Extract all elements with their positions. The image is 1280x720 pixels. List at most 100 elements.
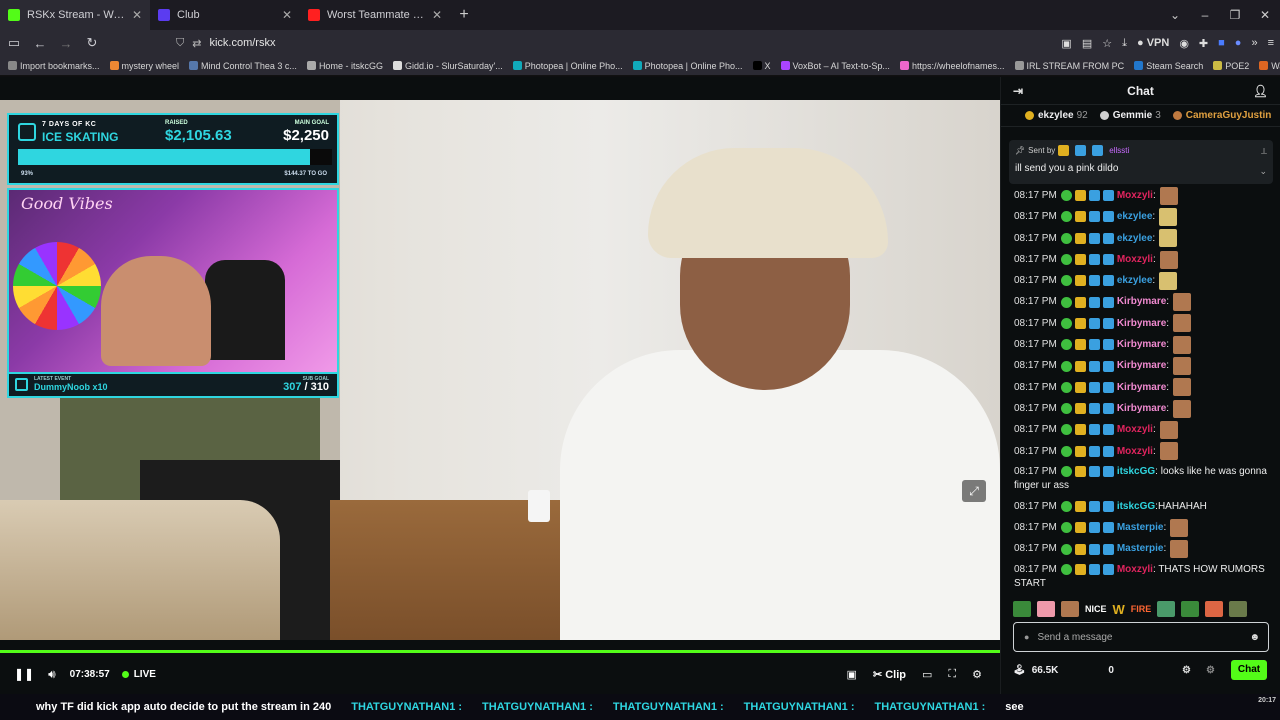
system-clock[interactable]: 20:17	[1258, 694, 1276, 705]
message-username[interactable]: Kirbymare	[1117, 334, 1166, 355]
message-username[interactable]: Masterpie	[1117, 538, 1164, 559]
message-username[interactable]: ekzylee	[1117, 270, 1153, 291]
chat-settings-icon[interactable]: ⚙	[1182, 665, 1191, 676]
nice-emote[interactable]: NICE	[1085, 604, 1107, 614]
permissions-icon[interactable]: ⇄	[192, 37, 201, 50]
mini-player-icon[interactable]: ▣	[847, 668, 857, 681]
back-icon[interactable]: ←	[28, 36, 52, 51]
chat-input[interactable]: ● Send a message ☻	[1013, 622, 1269, 652]
chat-message[interactable]: 08:17 PM ekzylee:	[1014, 206, 1273, 227]
send-chat-button[interactable]: Chat	[1231, 660, 1267, 680]
message-username[interactable]: Masterpie	[1117, 517, 1164, 538]
chat-message[interactable]: 08:17 PM Kirbymare:	[1014, 313, 1273, 334]
chat-mod-icon[interactable]: ⚙	[1206, 665, 1215, 676]
tab-club[interactable]: Club ✕	[150, 0, 300, 30]
bookmark-item[interactable]: https://wheelofnames...	[899, 61, 1005, 71]
account-icon[interactable]: ◉	[1179, 37, 1189, 50]
chat-message[interactable]: 08:17 PM Kirbymare:	[1014, 291, 1273, 312]
w-emote[interactable]: W	[1113, 602, 1125, 617]
message-username[interactable]: Kirbymare	[1117, 313, 1166, 334]
fire-emote[interactable]: FIRE	[1131, 604, 1152, 614]
theater-mode-icon[interactable]: ⤢	[962, 480, 986, 502]
kicks-count[interactable]: 66.5K	[1032, 665, 1059, 676]
message-username[interactable]: itskcGG	[1117, 466, 1155, 477]
shield-extension-icon[interactable]: ■	[1218, 37, 1225, 49]
settings-icon[interactable]: ⚙	[972, 668, 982, 681]
bookmark-item[interactable]: Mind Control Thea 3 c...	[189, 61, 297, 71]
message-username[interactable]: Moxzyli	[1117, 185, 1153, 206]
vpn-button[interactable]: ● VPN	[1137, 37, 1169, 49]
frog-emote-icon[interactable]	[1229, 601, 1248, 617]
leader-item[interactable]: CameraGuyJustin	[1172, 110, 1271, 121]
pepe-hat-emote-icon[interactable]	[1157, 601, 1176, 617]
pepe-emote-icon[interactable]	[1013, 601, 1031, 617]
chat-message[interactable]: 08:17 PM Moxzyli: THATS HOW RUMORS START	[1014, 560, 1273, 594]
message-username[interactable]: Moxzyli	[1117, 249, 1153, 270]
message-username[interactable]: Moxzyli	[1117, 419, 1153, 440]
chat-message[interactable]: 08:17 PM Masterpie:	[1014, 538, 1273, 559]
unpin-icon[interactable]: ⟂	[1261, 146, 1267, 157]
chat-message[interactable]: 08:17 PM Kirbymare:	[1014, 334, 1273, 355]
expand-pinned-icon[interactable]: ⌄	[1259, 166, 1267, 177]
bookmark-item[interactable]: IRL STREAM FROM PC	[1014, 61, 1124, 71]
message-username[interactable]: ekzylee	[1117, 206, 1153, 227]
message-username[interactable]: Kirbymare	[1117, 377, 1166, 398]
bookmark-item[interactable]: Photopea | Online Pho...	[512, 61, 623, 71]
chat-message[interactable]: 08:17 PM Moxzyli:	[1014, 185, 1273, 206]
message-username[interactable]: itskcGG	[1117, 496, 1155, 517]
screenshot-icon[interactable]: ▣	[1061, 37, 1071, 50]
chat-message[interactable]: 08:17 PM Masterpie:	[1014, 517, 1273, 538]
clip-button[interactable]: ✂ Clip	[873, 668, 906, 681]
close-tab-icon[interactable]: ✕	[132, 8, 142, 22]
pepe-emote-icon[interactable]	[1181, 601, 1200, 617]
chat-message[interactable]: 08:17 PM Kirbymare:	[1014, 398, 1273, 419]
chat-users-icon[interactable]: 👤︎	[1253, 84, 1268, 98]
leader-item[interactable]: Gemmie 3	[1099, 110, 1161, 121]
message-username[interactable]: Moxzyli	[1117, 564, 1153, 575]
close-tab-icon[interactable]: ✕	[282, 8, 292, 22]
extensions-icon[interactable]: ✚	[1199, 37, 1208, 50]
chat-message[interactable]: 08:17 PM Moxzyli:	[1014, 249, 1273, 270]
reload-icon[interactable]: ↻	[80, 35, 104, 51]
bookmark-item[interactable]: Photopea | Online Pho...	[632, 61, 743, 71]
message-username[interactable]: Kirbymare	[1117, 398, 1166, 419]
bookmark-item[interactable]: mystery wheel	[109, 61, 179, 71]
bookmark-item[interactable]: X	[752, 61, 771, 71]
collapse-chat-icon[interactable]: ⇥	[1013, 84, 1023, 98]
chat-message[interactable]: 08:17 PM Kirbymare:	[1014, 355, 1273, 376]
chat-message[interactable]: 08:17 PM Kirbymare:	[1014, 377, 1273, 398]
bookmark-item[interactable]: VoxBot – AI Text-to-Sp...	[780, 61, 890, 71]
menu-icon[interactable]: ≡	[1268, 37, 1274, 49]
live-indicator[interactable]: LIVE	[121, 669, 156, 680]
chat-message[interactable]: 08:17 PM Moxzyli:	[1014, 441, 1273, 462]
video-progress-bar[interactable]	[0, 650, 1000, 653]
chat-message[interactable]: 08:17 PM itskcGG: HAHAHAH	[1014, 496, 1273, 517]
chat-message[interactable]: 08:17 PM itskcGG: looks like he was gonna…	[1014, 462, 1273, 496]
message-username[interactable]: Kirbymare	[1117, 291, 1166, 312]
bookmark-star-icon[interactable]: ☆	[1102, 37, 1112, 50]
theater-icon[interactable]: ▭	[922, 668, 932, 681]
chat-message[interactable]: 08:17 PM ekzylee:	[1014, 270, 1273, 291]
maximize-icon[interactable]: ❐	[1220, 8, 1250, 22]
bookmark-item[interactable]: Home - itskcGG	[306, 61, 383, 71]
sidebar-toggle-icon[interactable]: ▭	[2, 35, 26, 51]
tab-youtube[interactable]: Worst Teammate Ever - YouTub ✕	[300, 0, 450, 30]
close-tab-icon[interactable]: ✕	[432, 8, 442, 22]
face-emote-icon[interactable]	[1061, 601, 1079, 617]
pause-icon[interactable]: ❚❚	[14, 667, 34, 681]
bookmark-item[interactable]: Import bookmarks...	[8, 61, 100, 71]
lol-emote-icon[interactable]	[1205, 601, 1224, 617]
close-window-icon[interactable]: ✕	[1250, 8, 1280, 22]
volume-icon[interactable]: 🔊︎	[48, 667, 56, 682]
pinned-user[interactable]: ellssti	[1109, 146, 1129, 155]
video-player[interactable]: 7 DAYS OF KC ICE SKATING RAISED $2,105.6…	[0, 100, 1000, 640]
tab-rskx-stream[interactable]: RSKx Stream - Watch Live o ✕	[0, 0, 150, 30]
tab-list-icon[interactable]: ⌄	[1160, 8, 1190, 22]
bookmark-item[interactable]: POE2	[1213, 61, 1249, 71]
minimize-icon[interactable]: –	[1190, 8, 1220, 22]
character-emote-icon[interactable]	[1037, 601, 1055, 617]
chat-message[interactable]: 08:17 PM Moxzyli:	[1014, 419, 1273, 440]
leader-item[interactable]: ekzylee 92	[1025, 110, 1088, 121]
message-username[interactable]: ekzylee	[1117, 228, 1153, 249]
fullscreen-icon[interactable]: ⛶	[948, 668, 956, 681]
